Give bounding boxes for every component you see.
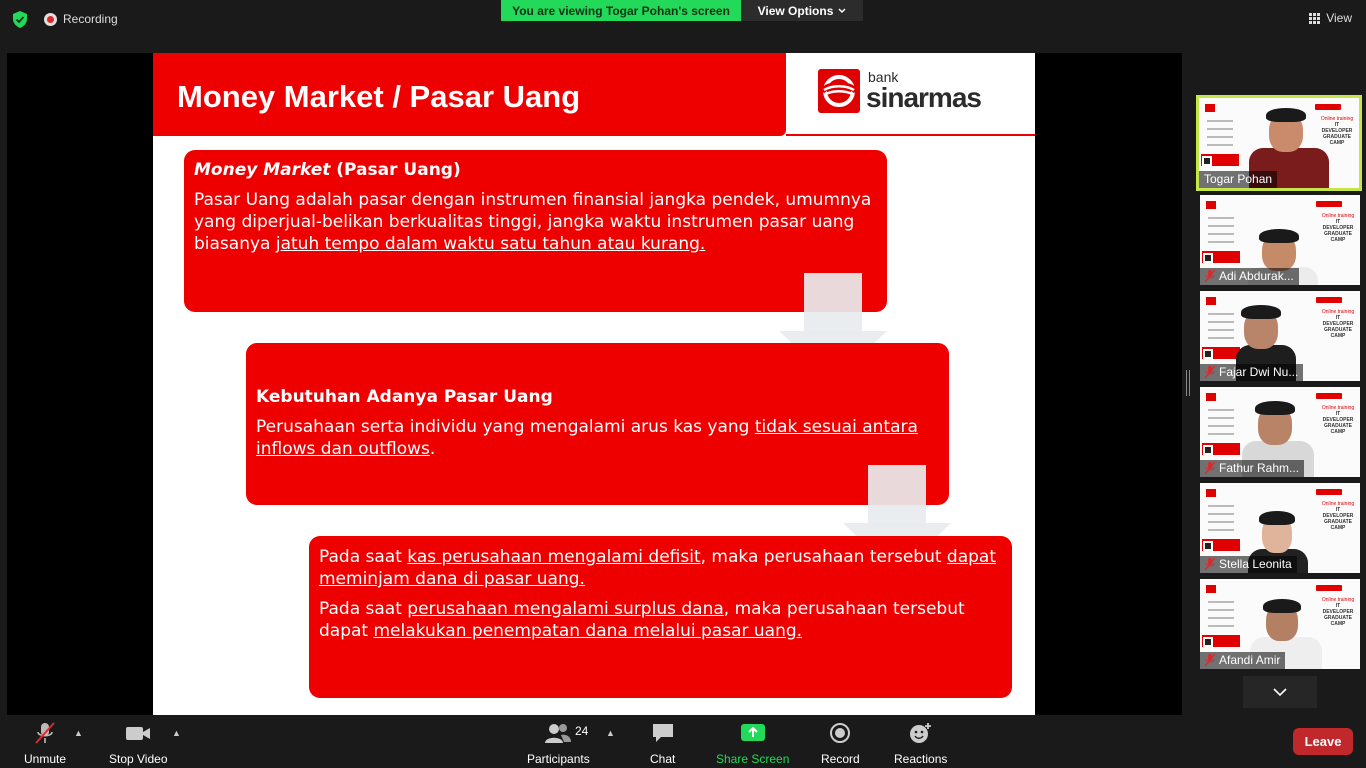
zoom-meeting-window: Recording You are viewing Togar Pohan's … <box>0 0 1366 768</box>
definition-text: Pasar Uang adalah pasar dengan instrumen… <box>194 190 872 254</box>
participant-video-tile[interactable]: Online training IT DEVELOPER GRADUATE CAM… <box>1200 387 1360 477</box>
grid-view-icon <box>1309 12 1321 24</box>
audio-options-caret[interactable]: ▲ <box>74 728 83 738</box>
scenario-box: Pada saat kas perusahaan mengalami defis… <box>309 536 1012 698</box>
microphone-muted-icon <box>1205 462 1215 474</box>
participant-video-tile[interactable]: Online training IT DEVELOPER GRADUATE CAM… <box>1200 579 1360 669</box>
sinarmas-logo-mark-icon <box>818 69 860 113</box>
stop-video-label: Stop Video <box>109 752 168 766</box>
view-options-button[interactable]: View Options <box>741 0 863 21</box>
participant-hair <box>1266 108 1306 122</box>
microphone-muted-icon <box>1205 654 1215 666</box>
deficit-text: Pada saat kas perusahaan mengalami defis… <box>319 547 997 589</box>
reactions-button[interactable]: Reactions <box>894 722 947 766</box>
view-button[interactable]: View <box>1309 11 1352 25</box>
participant-video-tile[interactable]: Online training IT DEVELOPER GRADUATE CAM… <box>1200 195 1360 285</box>
participant-name-label: Afandi Amir <box>1200 652 1286 669</box>
viewing-screen-banner: You are viewing Togar Pohan's screen <box>501 0 741 21</box>
share-screen-label: Share Screen <box>716 752 790 766</box>
participants-count: 24 <box>575 724 589 738</box>
security-shield-icon[interactable] <box>12 11 28 28</box>
stop-video-button[interactable]: Stop Video <box>109 722 168 766</box>
participant-name-label: Fathur Rahm... <box>1200 460 1305 477</box>
gallery-scroll-down-button[interactable] <box>1243 676 1317 708</box>
slide-header-banner: Money Market / Pasar Uang <box>153 53 786 136</box>
share-screen-icon <box>740 724 765 741</box>
record-label: Record <box>821 752 860 766</box>
shared-screen[interactable]: Money Market / Pasar Uang bank sinarmas … <box>7 53 1182 715</box>
participant-video-tile[interactable]: Online training IT DEVELOPER GRADUATE CAM… <box>1200 291 1360 381</box>
microphone-muted-icon <box>35 722 55 744</box>
chat-label: Chat <box>650 752 676 766</box>
reactions-smiley-icon <box>909 723 931 743</box>
recording-label: Recording <box>63 12 118 26</box>
participant-hair <box>1255 401 1295 415</box>
header-divider <box>786 134 1035 136</box>
view-label: View <box>1326 11 1352 25</box>
participant-hair <box>1259 511 1295 525</box>
participants-label: Participants <box>527 752 590 766</box>
surplus-text: Pada saat perusahaan mengalami surplus d… <box>319 599 965 641</box>
record-icon <box>830 723 851 743</box>
participant-video-tile[interactable]: Online training IT DEVELOPER GRADUATE CAM… <box>1196 95 1362 191</box>
participant-video-tile[interactable]: Online training IT DEVELOPER GRADUATE CAM… <box>1200 483 1360 573</box>
leave-button[interactable]: Leave <box>1293 728 1353 755</box>
unmute-button[interactable]: Unmute <box>24 722 66 766</box>
need-title: Kebutuhan Adanya Pasar Uang <box>256 387 553 407</box>
participant-name-label: Togar Pohan <box>1199 171 1278 188</box>
chat-button[interactable]: Chat <box>650 722 675 766</box>
definition-title: Money Market (Pasar Uang) <box>194 160 461 180</box>
slide-title: Money Market / Pasar Uang <box>177 79 581 114</box>
participant-name-label: Adi Abdurak... <box>1200 268 1299 285</box>
participant-hair <box>1241 305 1281 319</box>
microphone-muted-icon <box>1205 270 1215 282</box>
meeting-toolbar: Unmute ▲ Stop Video ▲ Participants 24 ▲ <box>0 716 1366 768</box>
need-text: Perusahaan serta individu yang mengalami… <box>256 417 918 459</box>
unmute-label: Unmute <box>24 752 67 766</box>
recording-dot-icon <box>44 12 57 26</box>
participants-icon <box>545 724 572 743</box>
participant-name-label: Fajar Dwi Nu... <box>1200 364 1304 381</box>
chevron-down-icon <box>1273 688 1287 696</box>
microphone-muted-icon <box>1205 558 1215 570</box>
chevron-down-icon <box>838 7 846 13</box>
presentation-slide: Money Market / Pasar Uang bank sinarmas … <box>153 53 1035 715</box>
panel-resize-handle[interactable] <box>1186 370 1190 396</box>
view-options-label: View Options <box>757 3 834 18</box>
participant-name-label: Stella Leonita <box>1200 556 1297 573</box>
video-options-caret[interactable]: ▲ <box>172 728 181 738</box>
recording-indicator[interactable]: Recording <box>44 12 118 26</box>
participants-options-caret[interactable]: ▲ <box>606 728 615 738</box>
logo-sinarmas-text: sinarmas <box>866 82 982 113</box>
video-camera-icon <box>126 727 151 740</box>
reactions-label: Reactions <box>894 752 948 766</box>
microphone-muted-icon <box>1205 366 1215 378</box>
top-bar: Recording You are viewing Togar Pohan's … <box>0 0 1366 40</box>
bank-sinarmas-logo: bank sinarmas <box>818 69 982 113</box>
share-screen-button[interactable]: Share Screen <box>716 722 789 766</box>
record-button[interactable]: Record <box>821 722 860 766</box>
chat-bubble-icon <box>652 724 673 742</box>
participant-hair <box>1259 229 1299 243</box>
participant-hair <box>1263 599 1301 613</box>
